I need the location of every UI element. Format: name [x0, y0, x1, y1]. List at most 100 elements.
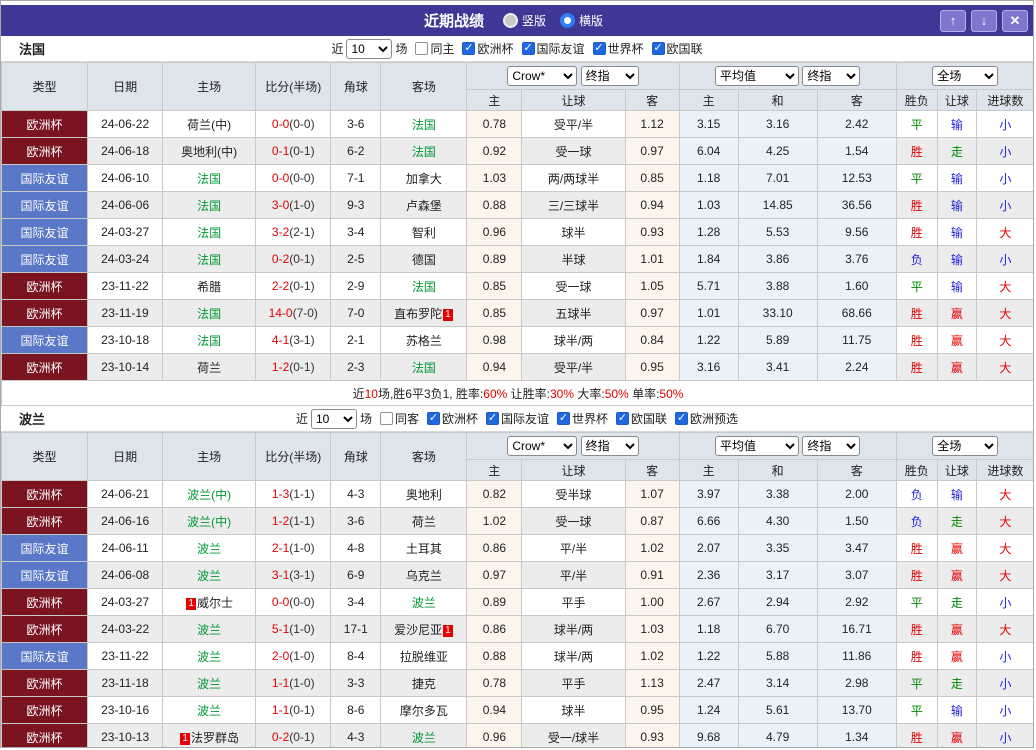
avg-home-odds: 2.67: [678, 588, 739, 616]
score-cell: 4-1(3-1): [255, 326, 332, 354]
summary-segment: 场,胜6平3负1, 胜率:: [377, 386, 484, 401]
competition-cell: 国际友谊: [1, 245, 89, 273]
odds-away: 0.91: [624, 561, 680, 589]
home-team: 波兰: [162, 642, 257, 670]
average-select[interactable]: 平均值: [715, 436, 800, 456]
final-odds-select[interactable]: 终指: [580, 436, 639, 456]
away-team: 波兰: [380, 588, 468, 616]
score-cell: 1-2(0-1): [255, 353, 332, 381]
competition-cell: 欧洲杯: [1, 299, 89, 327]
result-handicap: 赢: [936, 299, 977, 327]
result-goals: 小: [975, 137, 1033, 165]
filter-checkbox[interactable]: ✓ 欧洲杯: [426, 410, 478, 427]
date-cell: 23-10-14: [87, 353, 164, 381]
filter-checkbox[interactable]: ✓ 世界杯: [592, 40, 644, 57]
match-row: 国际友谊 24-03-27 法国 3-2(2-1) 3-4 智利 0.96 球半 0.93 1.2…: [1, 218, 1033, 246]
home-team: 法国: [162, 326, 257, 354]
fulltime-select[interactable]: 全场: [932, 66, 999, 86]
avg-home-header: 主: [678, 459, 739, 481]
avg-draw-odds: 5.61: [737, 696, 818, 724]
final-odds-select-2[interactable]: 终指: [802, 66, 861, 86]
bookmaker-select[interactable]: Crow*: [507, 436, 578, 456]
corner-cell: 3-4: [330, 588, 382, 616]
away-team: 奥地利: [380, 480, 468, 508]
final-odds-select-2[interactable]: 终指: [802, 436, 861, 456]
result-wdl: 胜: [895, 534, 938, 562]
checkbox-label: 欧洲预选: [690, 412, 739, 426]
odds-away: 1.07: [624, 480, 680, 508]
checkbox-label: 欧国联: [631, 412, 668, 426]
filter-checkbox[interactable]: 同客: [379, 410, 419, 427]
filter-checkbox[interactable]: ✓ 欧洲杯: [462, 40, 514, 57]
odds-away: 1.02: [624, 642, 680, 670]
fulltime-select[interactable]: 全场: [932, 436, 999, 456]
odds-away: 1.03: [624, 615, 680, 643]
odds-home: 0.86: [466, 534, 523, 562]
goals-header: 进球数: [975, 459, 1033, 481]
full-score: 1-2: [271, 514, 290, 528]
full-score: 0-0: [271, 595, 290, 609]
corner-cell: 2-9: [330, 272, 382, 300]
date-cell: 24-06-08: [87, 561, 164, 589]
result-wdl: 胜: [895, 218, 938, 246]
recent-count-select[interactable]: 10: [346, 38, 393, 59]
match-row: 欧洲杯 24-06-21 波兰(中) 1-3(1-1) 4-3 奥地利 0.82 受半球 1.0…: [1, 480, 1033, 508]
corner-cell: 3-4: [330, 218, 382, 246]
close-button[interactable]: ✕: [1002, 9, 1028, 32]
filter-checkbox[interactable]: ✓ 欧国联: [616, 410, 667, 427]
checkbox-label: 欧洲杯: [477, 42, 514, 56]
avg-draw-header: 和: [737, 89, 818, 111]
filter-checkbox[interactable]: ✓ 国际友谊: [486, 410, 549, 427]
average-select[interactable]: 平均值: [715, 66, 800, 86]
date-cell: 23-11-22: [87, 642, 164, 670]
result-handicap: 赢: [936, 353, 977, 381]
score-cell: 0-2(0-1): [255, 245, 332, 273]
result-wdl: 胜: [895, 137, 938, 165]
filter-checkbox[interactable]: ✓ 国际友谊: [521, 40, 585, 57]
handicap-result-header: 让球: [936, 89, 977, 111]
red-card-icon: 1: [443, 308, 453, 321]
bookmaker-select-header: Crow* 终指: [466, 62, 680, 90]
competition-cell: 欧洲杯: [1, 272, 89, 300]
filter-checkbox[interactable]: 同主: [415, 40, 454, 57]
odds-home: 0.88: [466, 642, 523, 670]
filter-checkbox[interactable]: ✓ 欧洲预选: [675, 410, 738, 427]
summary-segment: 单率:: [628, 386, 660, 401]
filter-checkbox[interactable]: ✓ 欧国联: [651, 40, 703, 57]
recent-count-select[interactable]: 10: [310, 408, 357, 429]
handicap-line: 受一球: [521, 272, 626, 300]
result-goals: 小: [975, 191, 1033, 219]
half-score: (0-1): [289, 730, 315, 744]
layout-radio-vertical[interactable]: 竖版: [502, 12, 546, 29]
bookmaker-select[interactable]: Crow*: [507, 66, 578, 86]
scroll-down-button[interactable]: ↓: [971, 9, 997, 32]
result-wdl: 负: [895, 245, 938, 273]
avg-home-odds: 1.24: [678, 696, 739, 724]
result-wdl: 胜: [895, 191, 938, 219]
filter-checkbox[interactable]: ✓ 世界杯: [557, 410, 608, 427]
avg-draw-odds: 4.30: [737, 507, 818, 535]
date-cell: 24-06-22: [87, 110, 164, 138]
odds-away-header: 客: [624, 89, 680, 111]
summary-segment: 近: [352, 386, 365, 401]
odds-home: 0.78: [466, 110, 523, 138]
handicap-line: 五球半: [521, 299, 626, 327]
checkbox-label: 同客: [394, 412, 419, 426]
result-wdl: 平: [895, 696, 938, 724]
result-wdl: 平: [895, 110, 938, 138]
scroll-up-button[interactable]: ↑: [940, 9, 966, 32]
avg-home-odds: 1.18: [678, 615, 739, 643]
half-score: (1-1): [289, 487, 315, 501]
final-odds-select[interactable]: 终指: [580, 66, 639, 86]
layout-radio-horizontal[interactable]: 横版: [560, 12, 603, 29]
full-score: 14-0: [268, 306, 293, 320]
half-score: (7-0): [292, 306, 318, 320]
result-wdl: 胜: [895, 723, 938, 747]
half-score: (1-1): [289, 514, 315, 528]
avg-draw-odds: 3.17: [737, 561, 818, 589]
score-cell: 2-1(1-0): [255, 534, 332, 562]
half-score: (0-1): [289, 360, 315, 374]
radio-icon: [560, 13, 575, 28]
corner-cell: 3-3: [330, 669, 382, 697]
full-score: 0-0: [271, 117, 290, 131]
